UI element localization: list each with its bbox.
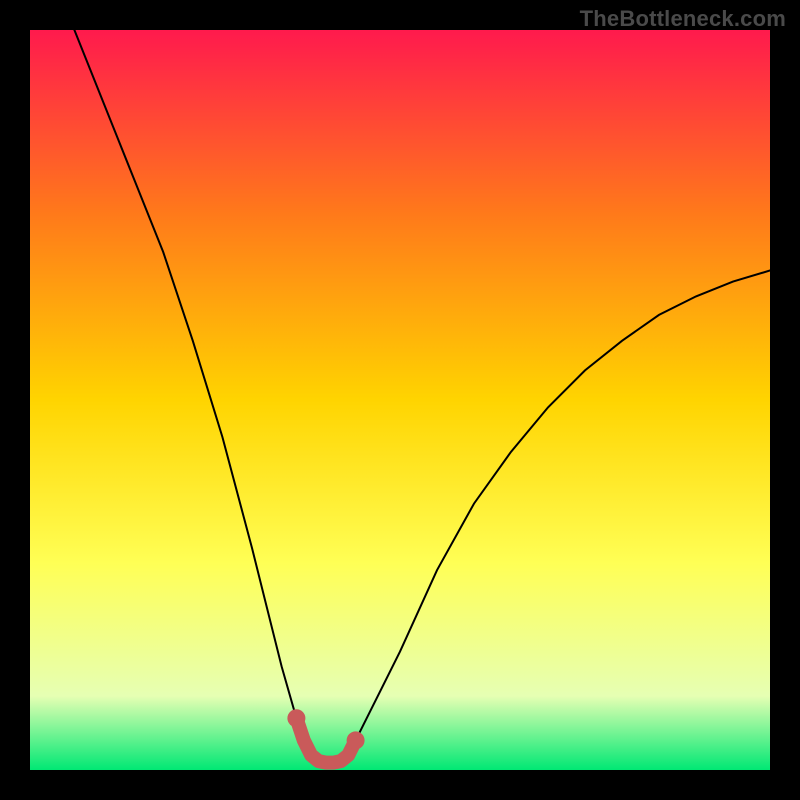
gradient-background	[30, 30, 770, 770]
watermark-label: TheBottleneck.com	[580, 6, 786, 32]
marker-dot	[287, 709, 305, 727]
chart-frame: TheBottleneck.com	[0, 0, 800, 800]
plot-area	[30, 30, 770, 770]
plot-svg	[30, 30, 770, 770]
marker-dot	[347, 731, 365, 749]
